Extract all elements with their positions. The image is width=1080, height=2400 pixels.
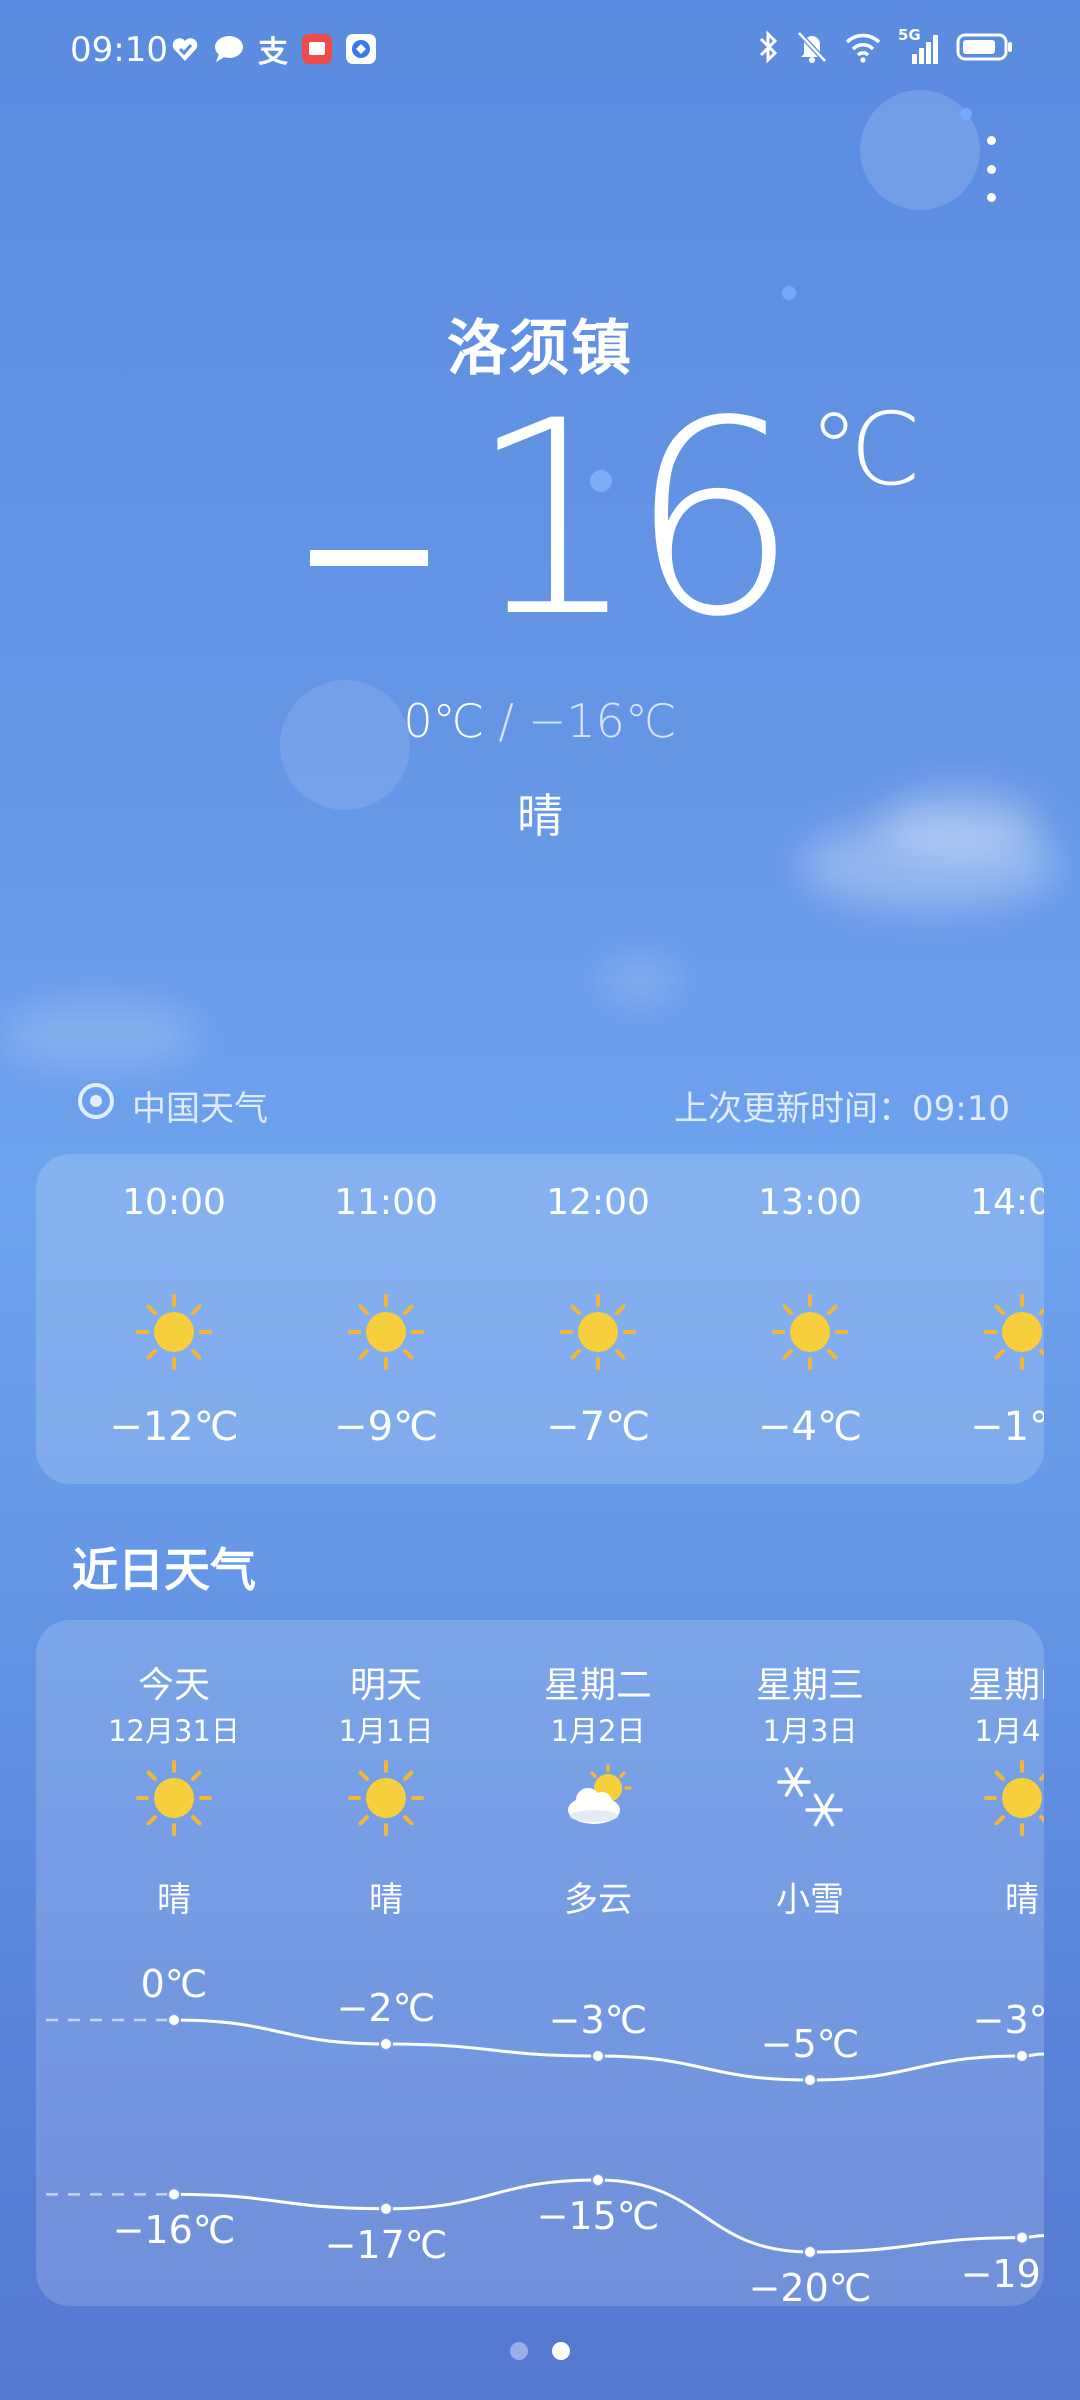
hour-time: 11:00 [334,1182,438,1223]
hourly-forecast-card[interactable]: 10:00 −12℃ 11:00 −9℃ 12:00 −7℃ 13:00 −4℃ 14:… [36,1154,1044,1484]
red-app-icon [300,32,334,66]
page-indicator[interactable] [0,2342,1080,2360]
day-name: 星期二 [543,1665,652,1706]
sun-icon [136,1760,212,1836]
daily-item[interactable]: 明天 1月1日 晴 −2℃ −17℃ [286,1620,486,2306]
sun-icon [984,1294,1044,1370]
today-low: −16℃ [527,694,677,748]
day-date: 12月31日 [108,1714,240,1748]
day-name: 星期四 [967,1665,1044,1706]
day-condition: 小雪 [776,1880,844,1920]
page-dot-1[interactable] [510,2342,528,2360]
data-source-row: 中国天气 上次更新时间：09:10 [76,1080,1010,1130]
sun-icon [348,1760,424,1836]
china-weather-logo-icon [76,1081,116,1130]
sun-icon [772,1294,848,1370]
current-temp-value: 16 [468,364,799,676]
current-temp-unit: ℃ [809,391,922,508]
hour-temp: −12℃ [109,1404,239,1450]
hour-time: 10:00 [122,1182,226,1223]
sun-glint [960,108,972,120]
partly-cloudy-icon [560,1760,636,1836]
hour-temp: −4℃ [758,1404,862,1450]
hour-temp: −7℃ [546,1404,650,1450]
bluetooth-icon [756,30,780,68]
current-temperature: 16 ℃ [310,364,922,676]
day-condition: 多云 [564,1880,632,1920]
day-high-temp: −3℃ [972,1998,1044,2042]
status-time: 09:10 [70,30,168,70]
day-condition: 晴 [1005,1880,1039,1920]
day-condition: 晴 [157,1880,191,1920]
battery-icon [956,32,1014,66]
wifi-icon [844,31,882,67]
sun-icon [136,1294,212,1370]
day-low-temp: −17℃ [324,2222,448,2267]
current-condition: 晴 [517,789,563,843]
day-high-temp: −3℃ [548,1998,648,2042]
day-high-temp: 0℃ [140,1962,208,2006]
day-name: 今天 [137,1665,210,1706]
hour-temp: −1℃ [970,1404,1044,1450]
day-date: 1月3日 [762,1714,858,1748]
last-updated: 上次更新时间：09:10 [674,1088,1010,1129]
hour-time: 14:00 [970,1182,1044,1223]
snow-icon [772,1760,848,1836]
today-high: 0℃ [403,694,485,748]
sun-icon [560,1294,636,1370]
minus-sign [310,550,428,566]
high-low-temp: 0℃ / −16℃ [0,694,1080,748]
daily-item[interactable]: 今天 12月31日 晴 0℃ −16℃ [74,1620,274,2306]
sun-glint [782,286,796,300]
daily-item[interactable]: 星期三 1月3日 小雪 −5℃ −20℃ [710,1620,910,2306]
hour-time: 13:00 [758,1182,862,1223]
sun-icon [348,1294,424,1370]
blue-app-icon [344,32,378,66]
system-icons: 5G [756,26,1014,68]
notification-icons: 支 [168,32,378,70]
hour-time: 12:00 [546,1182,650,1223]
daily-forecast-title: 近日天气 [72,1543,256,1597]
page-dot-2[interactable] [552,2342,570,2360]
mute-bell-icon [796,30,828,68]
daily-forecast-card[interactable]: 今天 12月31日 晴 0℃ −16℃ 明天 1月1日 晴 −2℃ −17℃ 星期二… [36,1620,1044,2306]
high-low-separator: / [498,694,514,748]
chat-bubble-icon [212,32,246,66]
day-date: 1月2日 [550,1714,646,1748]
daily-item[interactable]: 星期四 1月4日 晴 −3℃ −19℃ [922,1620,1044,2306]
sun-icon [984,1760,1044,1836]
day-low-temp: −20℃ [748,2266,872,2306]
cloud-decoration [0,1000,200,1070]
day-low-temp: −19℃ [960,2251,1044,2296]
daily-item[interactable]: 星期二 1月2日 多云 −3℃ −15℃ [498,1620,698,2306]
day-date: 1月4日 [974,1714,1044,1748]
day-condition: 晴 [369,1880,403,1920]
cloud-decoration [600,960,680,1000]
more-options-button[interactable] [976,132,1006,206]
day-name: 星期三 [755,1665,864,1706]
day-high-temp: −5℃ [760,2022,860,2066]
network-label: 5G [898,26,921,44]
hour-temp: −9℃ [334,1404,438,1450]
day-low-temp: −16℃ [112,2208,236,2253]
day-name: 明天 [349,1665,422,1706]
heart-icon [168,32,202,66]
day-low-temp: −15℃ [536,2194,660,2238]
data-source-name: 中国天气 [132,1088,268,1129]
5g-signal-icon: 5G [898,26,940,66]
data-source[interactable]: 中国天气 [76,1081,268,1130]
day-high-temp: −2℃ [336,1986,436,2030]
alipay-icon: 支 [258,35,288,70]
day-date: 1月1日 [338,1714,434,1748]
status-bar: 09:10 支 5G [0,0,1080,100]
